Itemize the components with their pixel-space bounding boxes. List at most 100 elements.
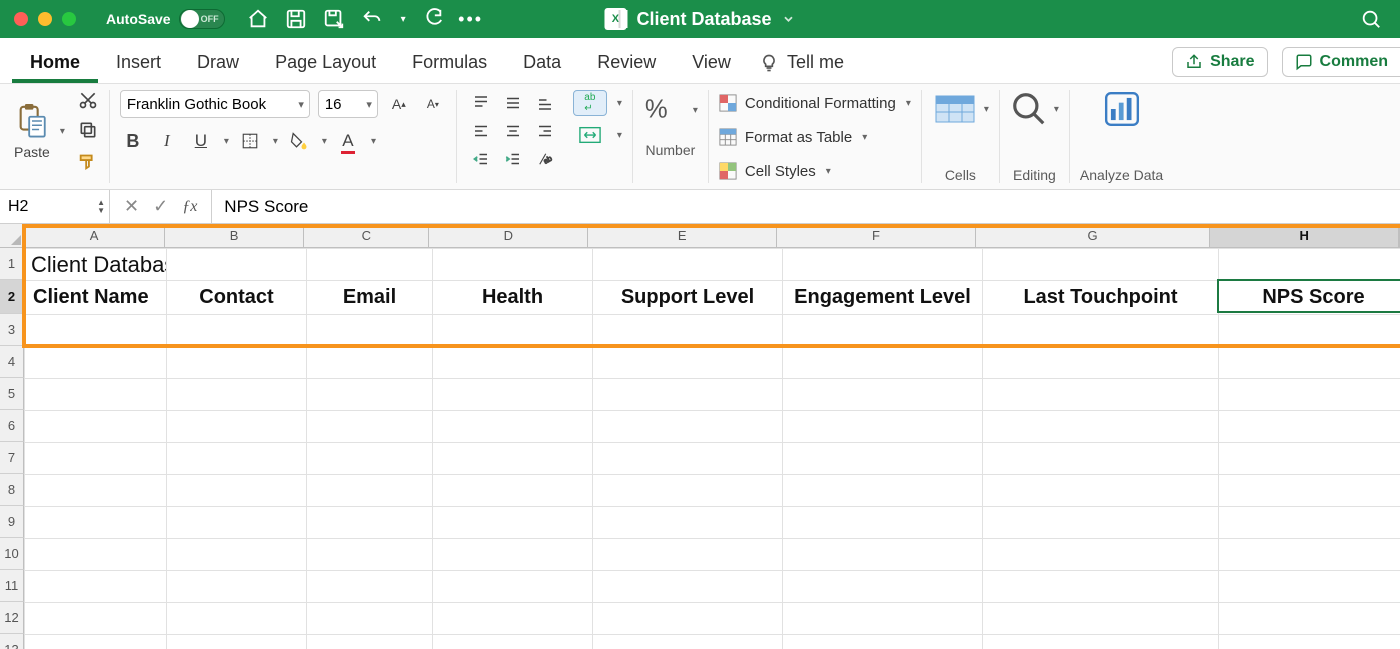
cell-F12[interactable] [783, 603, 983, 635]
conditional-formatting-button[interactable]: Conditional Formatting ▾ [719, 90, 911, 116]
enter-formula-icon[interactable]: ✓ [153, 196, 168, 217]
cell-H6[interactable] [1219, 411, 1400, 443]
cell-G7[interactable] [983, 443, 1219, 475]
align-top-icon[interactable] [467, 90, 495, 116]
cell-A2[interactable]: Client Name [25, 281, 167, 315]
cell-D1[interactable] [433, 249, 593, 281]
cell-C13[interactable] [307, 635, 433, 649]
wrap-dropdown-icon[interactable]: ▾ [617, 98, 622, 109]
cell-D7[interactable] [433, 443, 593, 475]
cell-G9[interactable] [983, 507, 1219, 539]
cut-icon[interactable] [78, 90, 98, 110]
maximize-window-button[interactable] [62, 12, 76, 26]
cell-E4[interactable] [593, 347, 783, 379]
redo-icon[interactable] [422, 8, 444, 30]
row-header-2[interactable]: 2 [0, 280, 24, 314]
document-title[interactable]: X Client Database [604, 8, 795, 30]
row-header-1[interactable]: 1 [0, 248, 24, 280]
cell-E13[interactable] [593, 635, 783, 649]
cell-D4[interactable] [433, 347, 593, 379]
cell-F4[interactable] [783, 347, 983, 379]
cell-G5[interactable] [983, 379, 1219, 411]
cell-G10[interactable] [983, 539, 1219, 571]
cell-B13[interactable] [167, 635, 307, 649]
row-header-13[interactable]: 13 [0, 634, 24, 649]
cell-E6[interactable] [593, 411, 783, 443]
cell-F6[interactable] [783, 411, 983, 443]
cell-H13[interactable] [1219, 635, 1400, 649]
cell-E8[interactable] [593, 475, 783, 507]
decrease-indent-icon[interactable] [467, 146, 495, 172]
cell-C11[interactable] [307, 571, 433, 603]
cell-D13[interactable] [433, 635, 593, 649]
orientation-icon[interactable]: ab [531, 146, 559, 172]
name-box[interactable]: ▲▼ [0, 190, 110, 223]
decrease-font-icon[interactable]: A▾ [420, 91, 446, 117]
copy-icon[interactable] [78, 120, 98, 140]
tab-view[interactable]: View [674, 40, 749, 83]
cell-C6[interactable] [307, 411, 433, 443]
cell-E3[interactable] [593, 315, 783, 347]
tab-page-layout[interactable]: Page Layout [257, 40, 394, 83]
format-painter-icon[interactable] [77, 150, 99, 172]
increase-indent-icon[interactable] [499, 146, 527, 172]
col-header-C[interactable]: C [304, 224, 429, 248]
align-right-icon[interactable] [531, 118, 559, 144]
row-header-6[interactable]: 6 [0, 410, 24, 442]
cell-D5[interactable] [433, 379, 593, 411]
share-button[interactable]: Share [1172, 47, 1267, 77]
cell-B4[interactable] [167, 347, 307, 379]
tab-insert[interactable]: Insert [98, 40, 179, 83]
cell-A11[interactable] [25, 571, 167, 603]
cell-B2[interactable]: Contact [167, 281, 307, 315]
cell-D2[interactable]: Health [433, 281, 593, 315]
row-headers[interactable]: 12345678910111213 [0, 248, 24, 649]
cell-B6[interactable] [167, 411, 307, 443]
cell-E11[interactable] [593, 571, 783, 603]
font-size-select[interactable] [318, 90, 378, 118]
tab-home[interactable]: Home [12, 40, 98, 83]
cell-H9[interactable] [1219, 507, 1400, 539]
column-headers[interactable]: ABCDEFGH [24, 224, 1400, 248]
cell-F13[interactable] [783, 635, 983, 649]
cell-B8[interactable] [167, 475, 307, 507]
cell-C5[interactable] [307, 379, 433, 411]
minimize-window-button[interactable] [38, 12, 52, 26]
cell-A1[interactable]: Client Database [25, 249, 167, 281]
paste-button[interactable]: Paste [14, 102, 50, 160]
title-chevron-icon[interactable] [782, 12, 796, 26]
row-header-12[interactable]: 12 [0, 602, 24, 634]
cell-D8[interactable] [433, 475, 593, 507]
undo-icon[interactable] [361, 8, 383, 30]
tab-formulas[interactable]: Formulas [394, 40, 505, 83]
col-header-F[interactable]: F [777, 224, 976, 248]
cell-D10[interactable] [433, 539, 593, 571]
fill-dropdown-icon[interactable]: ▾ [322, 136, 327, 147]
cell-C7[interactable] [307, 443, 433, 475]
formula-input[interactable]: NPS Score [211, 190, 1400, 223]
cell-A5[interactable] [25, 379, 167, 411]
cell-B1[interactable] [167, 249, 307, 281]
number-format-button[interactable]: % ▾ Number [643, 90, 698, 158]
cell-H8[interactable] [1219, 475, 1400, 507]
cf-dropdown-icon[interactable]: ▾ [906, 98, 911, 109]
cell-H12[interactable] [1219, 603, 1400, 635]
font-color-button[interactable]: A [335, 128, 361, 154]
cell-A4[interactable] [25, 347, 167, 379]
cell-F10[interactable] [783, 539, 983, 571]
cell-C2[interactable]: Email [307, 281, 433, 315]
paste-dropdown-icon[interactable]: ▾ [60, 126, 65, 137]
cell-C12[interactable] [307, 603, 433, 635]
col-header-H[interactable]: H [1210, 224, 1399, 248]
cell-G1[interactable] [983, 249, 1219, 281]
cell-F1[interactable] [783, 249, 983, 281]
cell-A8[interactable] [25, 475, 167, 507]
cell-D11[interactable] [433, 571, 593, 603]
cell-E1[interactable] [593, 249, 783, 281]
cell-E7[interactable] [593, 443, 783, 475]
cell-H3[interactable] [1219, 315, 1400, 347]
cell-D6[interactable] [433, 411, 593, 443]
wrap-text-button[interactable]: ab↵ [573, 90, 607, 116]
cell-C1[interactable] [307, 249, 433, 281]
cell-F5[interactable] [783, 379, 983, 411]
